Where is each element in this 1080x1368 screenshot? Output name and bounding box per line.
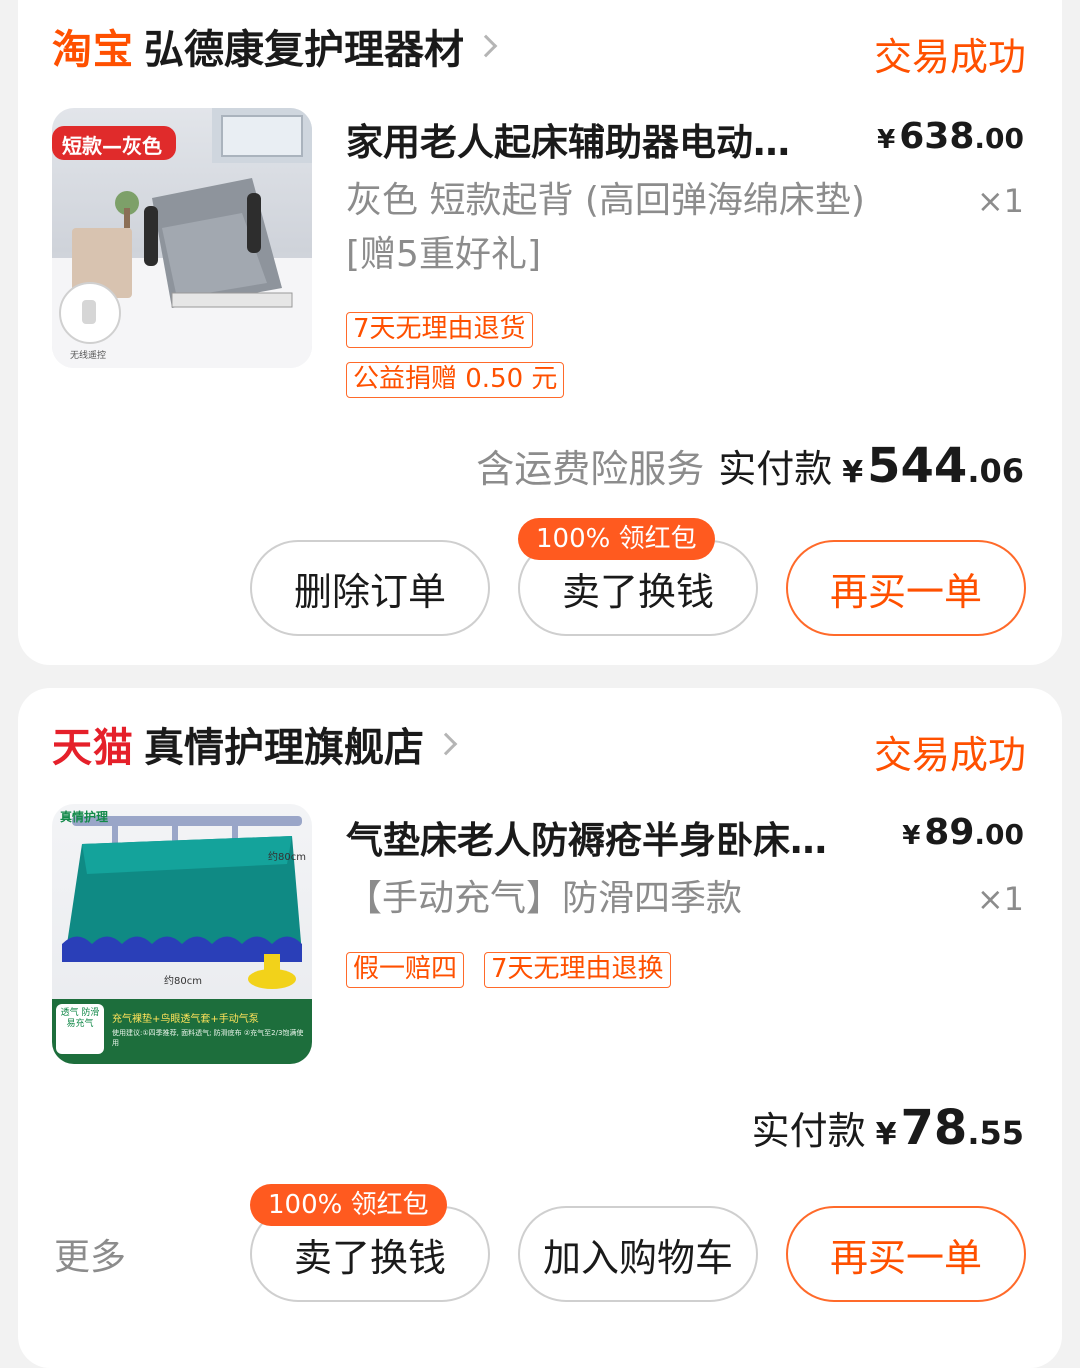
product-spec: 【手动充气】防滑四季款 [346,878,743,919]
image-usage: 使用建议:①四季推荐, 面料透气; 防滑底布 ②充气至2/3饱满使用 [112,1029,304,1047]
image-side-note: 透气 防滑 易充气 [60,1008,100,1029]
product-title[interactable]: 家用老人起床辅助器电动… [346,112,846,166]
chevron-right-icon[interactable] [474,34,498,58]
image-variant-label: 短款—灰色 [62,134,162,158]
chevron-right-icon[interactable] [434,732,458,756]
order-status: 交易成功 [873,733,1026,777]
shop-header[interactable]: 天猫 真情护理旗舰店 [52,714,458,774]
shop-header[interactable]: 淘宝 弘德康复护理器材 [52,16,498,76]
tmall-logo: 天猫 [52,725,134,771]
shop-name[interactable]: 弘德康复护理器材 [144,17,464,75]
order-status: 交易成功 [873,35,1026,79]
product-spec: 灰色 短款起背 (高回弹海绵床垫)[赠5重好礼] [346,180,865,275]
product-price: ¥89.00 [902,812,1024,853]
order-card: 淘宝 弘德康复护理器材 交易成功 短款—灰色 无线遥控 家用老人起床辅助器电动…… [18,0,1062,665]
image-caption: 充气裸垫+鸟眼透气套+手动气泵 [112,1014,259,1025]
red-packet-badge: 100% 领红包 [250,1184,447,1226]
buy-again-button[interactable]: 再买一单 [786,540,1026,636]
product-price: ¥638.00 [877,116,1024,157]
product-quantity: ×1 [976,182,1024,220]
charity-tag: 公益捐赠 0.50 元 [346,362,565,398]
product-image[interactable]: 真情护理 约80cm 约80cm 透气 防滑 易充气 充气裸垫+鸟眼透气套+手动… [52,804,312,1064]
more-link[interactable]: 更多 [54,1228,126,1280]
shop-name[interactable]: 真情护理旗舰店 [144,715,424,773]
delete-order-button[interactable]: 删除订单 [250,540,490,636]
image-dimension-bottom: 约80cm [164,976,202,987]
product-image[interactable]: 短款—灰色 无线遥控 [52,108,312,368]
image-brand: 真情护理 [60,810,109,824]
return-tag: 7天无理由退换 [484,952,671,988]
product-title[interactable]: 气垫床老人防褥疮半身卧床… [346,810,886,864]
add-to-cart-button[interactable]: 加入购物车 [518,1206,758,1302]
service-tag: 7天无理由退货 [346,312,533,348]
image-dimension-top: 约80cm [268,852,306,863]
buy-again-button[interactable]: 再买一单 [786,1206,1026,1302]
taobao-logo: 淘宝 [52,27,134,73]
order-total: 含运费险服务 实付款 ¥544.06 [476,438,1024,494]
order-card: 天猫 真情护理旗舰店 交易成功 真情护理 约80cm 约80cm 透气 防滑 易… [18,688,1062,1368]
product-quantity: ×1 [976,880,1024,918]
order-total: 实付款 ¥78.55 [751,1100,1024,1156]
insurance-note: 含运费险服务 [476,447,705,491]
red-packet-badge: 100% 领红包 [518,518,715,560]
total-label: 实付款 [718,447,833,491]
guarantee-tag: 假一赔四 [346,952,465,988]
total-label: 实付款 [751,1109,866,1153]
image-caption: 无线遥控 [70,351,107,361]
